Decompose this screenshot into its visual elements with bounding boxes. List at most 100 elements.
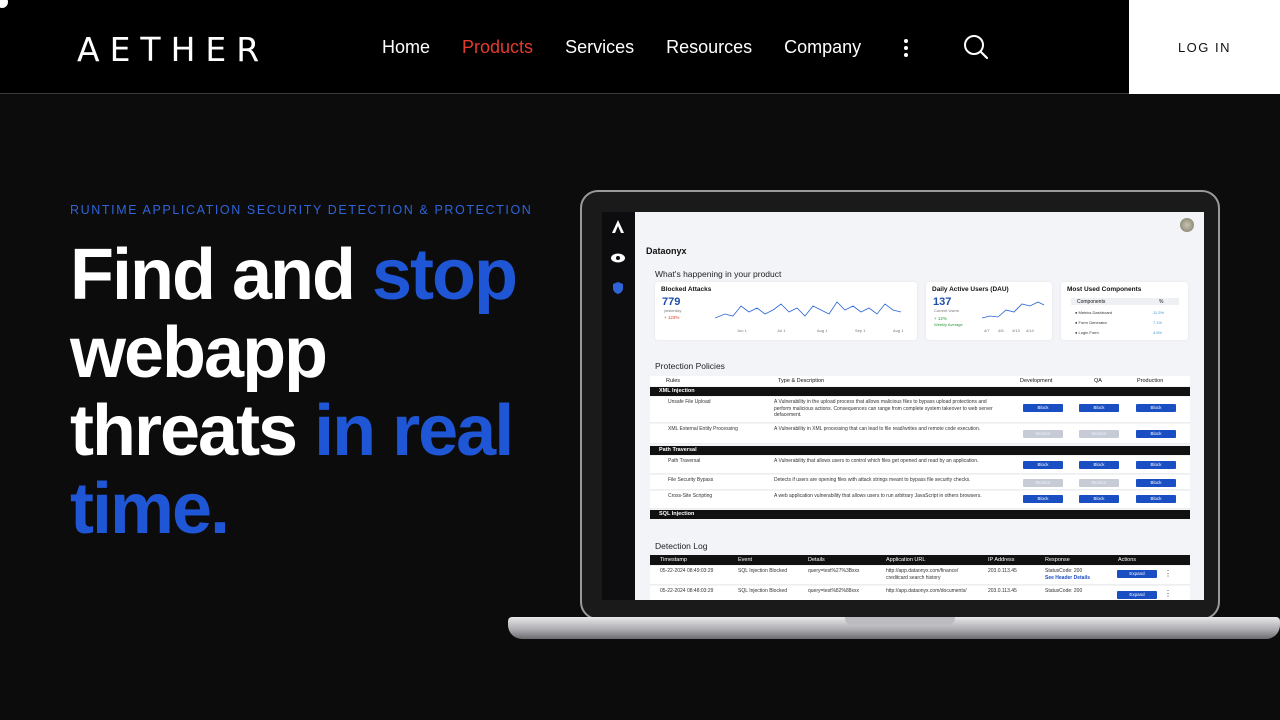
policies-header: Rules Type & Description Development QA … <box>650 376 1190 386</box>
table-row: 05-22-2024 08:49:03:29 SQL Injection Blo… <box>650 566 1190 585</box>
login-button[interactable]: LOG IN <box>1129 0 1280 94</box>
expand-button[interactable]: Expand <box>1117 570 1157 578</box>
x-tick: 4/8 <box>998 328 1004 333</box>
list-item: ● Login Form <box>1075 330 1099 335</box>
prod-policy-button[interactable]: Block <box>1136 430 1176 438</box>
dashboard-app: Dataonyx What's happening in your produc… <box>635 212 1204 600</box>
qa-policy-button[interactable]: Monitor <box>1079 479 1119 487</box>
main-menu: Home Products Services Resources Company <box>382 37 861 58</box>
x-tick: Sep 1 <box>855 328 866 333</box>
log-response: StatusCode: 200 <box>1045 568 1083 574</box>
table-row: Unsafe File Upload A Vulnerability in th… <box>650 397 1190 423</box>
qa-policy-button[interactable]: Monitor <box>1079 430 1119 438</box>
dau-value: 137 <box>933 296 952 308</box>
blocked-delta: + 123% <box>664 315 680 320</box>
log-header: Timestamp Event Details Application URL … <box>650 555 1190 565</box>
qa-policy-button[interactable]: Block <box>1079 495 1119 503</box>
qa-policy-button[interactable]: Block <box>1079 404 1119 412</box>
component-share: 7.1% <box>1153 320 1163 325</box>
log-url[interactable]: http://app.dataonyx.com/finance/ creditc… <box>886 568 976 581</box>
x-tick: Jul 1 <box>777 328 786 333</box>
top-nav: AETHER Home Products Services Resources … <box>0 0 1280 94</box>
corner-dot <box>0 0 8 8</box>
hero-headline: Find and stop webapp threats in real tim… <box>70 236 550 548</box>
prod-policy-button[interactable]: Block <box>1136 461 1176 469</box>
nav-item-services[interactable]: Services <box>565 37 634 58</box>
qa-policy-button[interactable]: Block <box>1079 461 1119 469</box>
headline-part: time. <box>70 469 230 549</box>
policies-title: Protection Policies <box>655 361 725 371</box>
log-timestamp: 05-22-2024 08:49:03:29 <box>660 568 714 574</box>
table-row: XML External Entity Processing A Vulnera… <box>650 424 1190 444</box>
rule-desc: A Vulnerability that allows users to con… <box>774 458 979 464</box>
eye-icon[interactable] <box>609 249 627 267</box>
kebab-icon[interactable] <box>903 39 909 57</box>
x-tick: 4/13 <box>1012 328 1020 333</box>
col-header: Application URL <box>886 557 926 563</box>
log-response: StatusCode: 200 <box>1045 588 1083 594</box>
log-title: Detection Log <box>655 541 708 551</box>
prod-policy-button[interactable]: Block <box>1136 404 1176 412</box>
blocked-attacks-card: Blocked Attacks 779 yesterday + 123% Jun… <box>655 282 917 340</box>
x-tick: 4/14 <box>1026 328 1034 333</box>
nav-item-resources[interactable]: Resources <box>666 37 752 58</box>
expand-button[interactable]: Expand <box>1117 591 1157 599</box>
app-logo-icon <box>612 220 624 233</box>
rule-desc: A Vulnerability in XML processing that c… <box>774 426 981 432</box>
rule-name: Path Traversal <box>668 458 701 464</box>
blocked-sparkline <box>715 301 902 319</box>
rule-name: Cross-Site Scripting <box>668 493 713 499</box>
dev-policy-button[interactable]: Monitor <box>1023 430 1063 438</box>
brand-logo[interactable]: AETHER <box>77 30 269 69</box>
card-title: Daily Active Users (DAU) <box>932 286 1009 293</box>
col-header: Response <box>1045 557 1070 563</box>
nav-item-company[interactable]: Company <box>784 37 861 58</box>
header-details-link[interactable]: See Header Details <box>1045 575 1090 581</box>
row-menu-icon[interactable]: ⋮ <box>1164 569 1172 578</box>
log-url[interactable]: http://app.dataonyx.com/documents/ <box>886 588 967 594</box>
col-header: QA <box>1094 378 1102 384</box>
dev-policy-button[interactable]: Block <box>1023 404 1063 412</box>
table-row: File Security Bypass Detects if users ar… <box>650 475 1190 490</box>
x-tick: Aug 1 <box>893 328 904 333</box>
shield-icon[interactable] <box>609 279 627 297</box>
nav-item-products[interactable]: Products <box>462 37 533 58</box>
avatar[interactable] <box>1180 218 1194 232</box>
headline-part: Find and <box>70 235 372 315</box>
log-details: query=test%27%3Bxxx <box>808 568 860 574</box>
component-share: 11.3% <box>1153 310 1165 315</box>
policy-group: XML Injection <box>650 387 1190 396</box>
dev-policy-button[interactable]: Monitor <box>1023 479 1063 487</box>
rule-name: XML External Entity Processing <box>668 426 738 432</box>
dev-policy-button[interactable]: Block <box>1023 495 1063 503</box>
rule-name: Unsafe File Upload <box>668 399 711 405</box>
list-item: ● Form Generator <box>1075 320 1107 325</box>
row-menu-icon[interactable]: ⋮ <box>1164 589 1172 598</box>
col-header: Production <box>1137 378 1164 384</box>
log-event: SQL Injection Blocked <box>738 568 788 574</box>
rule-name: File Security Bypass <box>668 477 714 483</box>
blocked-value: 779 <box>662 296 681 308</box>
prod-policy-button[interactable]: Block <box>1136 495 1176 503</box>
col-header: Details <box>808 557 825 563</box>
laptop-screen: Dataonyx What's happening in your produc… <box>602 212 1204 600</box>
app-side-rail <box>602 212 635 600</box>
laptop-notch <box>845 617 955 626</box>
rule-desc: A web application vulnerability that all… <box>774 493 982 499</box>
col-components: Components <box>1077 299 1106 305</box>
component-share: 4.6% <box>1153 330 1163 335</box>
headline-part: webapp <box>70 313 328 393</box>
rule-desc: A Vulnerability in the upload process th… <box>774 399 993 418</box>
dev-policy-button[interactable]: Block <box>1023 461 1063 469</box>
policy-group: Path Traversal <box>650 446 1190 455</box>
dau-delta-sub: Weekly Average <box>934 322 963 327</box>
list-item: ● Metrics Dashboard <box>1075 310 1113 315</box>
nav-item-home[interactable]: Home <box>382 37 430 58</box>
search-icon[interactable] <box>963 34 989 60</box>
table-row: 05-22-2024 08:48:03:29 SQL Injection Blo… <box>650 586 1190 600</box>
prod-policy-button[interactable]: Block <box>1136 479 1176 487</box>
headline-part: in real <box>314 391 514 471</box>
log-timestamp: 05-22-2024 08:48:03:29 <box>660 588 714 594</box>
dau-card: Daily Active Users (DAU) 137 Current Use… <box>926 282 1052 340</box>
headline-part: threats <box>70 391 315 471</box>
